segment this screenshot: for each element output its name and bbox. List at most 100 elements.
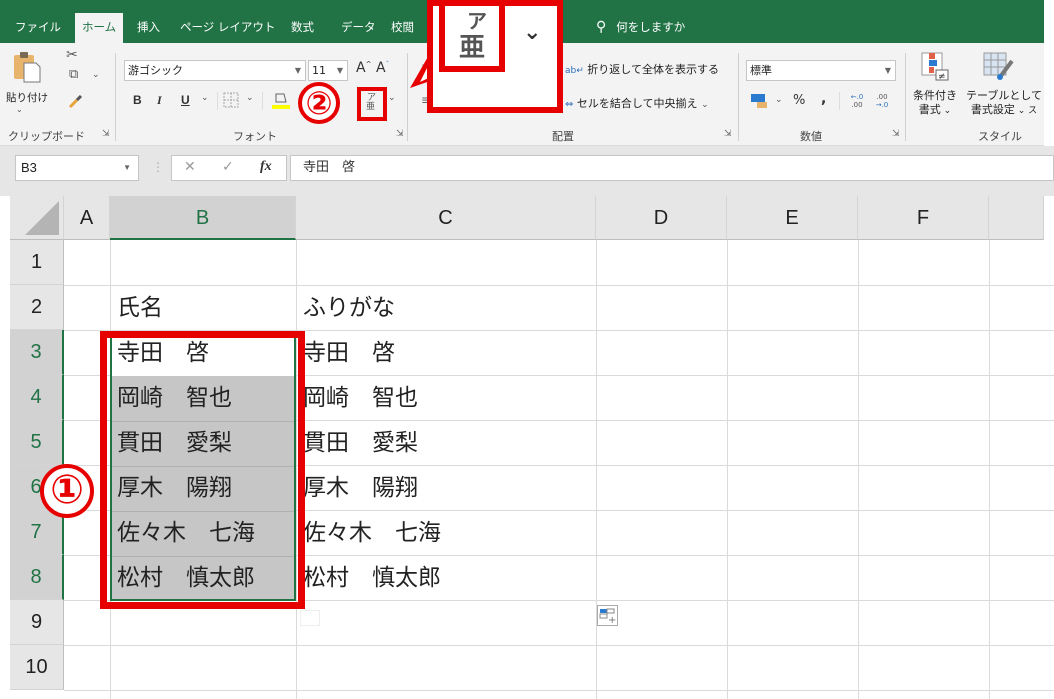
name-box[interactable]: B3 ▼ bbox=[15, 155, 139, 181]
tell-me-search[interactable]: ⚲ 何をしますか bbox=[596, 13, 685, 41]
svg-text:亜: 亜 bbox=[459, 33, 485, 63]
dropdown-arrow-icon: ▼ bbox=[123, 163, 131, 172]
dialog-launcher-icon[interactable]: ⇲ bbox=[892, 129, 900, 139]
font-size-value: 11 bbox=[312, 64, 326, 77]
lightbulb-icon: ⚲ bbox=[596, 19, 607, 35]
shrink-font-button[interactable]: Aˇ bbox=[376, 60, 389, 76]
merge-cells-icon: ⇔ bbox=[565, 99, 574, 110]
wrap-text-icon: ab↵ bbox=[565, 66, 584, 76]
tab-formulas[interactable]: 数式 bbox=[284, 13, 321, 43]
font-size-combo[interactable]: 11 ▼ bbox=[308, 60, 348, 81]
chevron-down-icon[interactable]: ⌄ bbox=[775, 95, 783, 105]
number-group-label: 数値 bbox=[800, 130, 822, 143]
chevron-down-icon: ⌄ bbox=[701, 100, 709, 110]
decrease-decimal-button[interactable]: .00 →.0 bbox=[873, 93, 891, 109]
percent-style-button[interactable]: % bbox=[793, 93, 805, 108]
conditional-format-icon[interactable]: ≠ bbox=[918, 51, 952, 85]
chevron-down-icon[interactable]: ⌄ bbox=[16, 105, 23, 114]
insert-function-icon[interactable]: fx bbox=[260, 159, 272, 175]
row-header-2[interactable]: 2 bbox=[10, 285, 64, 330]
clipboard-group-label: クリップボード bbox=[8, 130, 85, 143]
clipboard-icon bbox=[14, 52, 41, 83]
chevron-down-icon[interactable]: ⌄ bbox=[92, 70, 100, 80]
row-header-4[interactable]: 4 bbox=[10, 375, 64, 420]
tab-page-layout[interactable]: ページ レイアウト bbox=[173, 13, 282, 43]
quick-analysis-icon[interactable]: + bbox=[597, 605, 618, 626]
increase-decimal-button[interactable]: ←.0.00 bbox=[848, 93, 866, 109]
wrap-text-button[interactable]: ab↵ 折り返して全体を表示する bbox=[565, 61, 719, 77]
excel-window: ファイル ホーム 挿入 ページ レイアウト 数式 データ 校閲 ⚲ 何をしますか … bbox=[0, 0, 1054, 699]
merge-center-button[interactable]: ⇔ セルを結合して中央揃え ⌄ bbox=[565, 95, 709, 111]
italic-button[interactable]: I bbox=[157, 93, 162, 108]
tab-file[interactable]: ファイル bbox=[8, 13, 68, 43]
row-header-5[interactable]: 5 bbox=[10, 420, 64, 465]
formula-bar: B3 ▼ ⋮ ✕ ✓ fx 寺田 啓 bbox=[0, 146, 1054, 196]
format-as-table-icon[interactable] bbox=[982, 51, 1016, 85]
bold-button[interactable]: B bbox=[133, 93, 142, 107]
splitter-handle[interactable]: ⋮ bbox=[152, 160, 164, 174]
column-header-f[interactable]: F bbox=[858, 196, 989, 240]
copy-icon[interactable]: ⧉ bbox=[69, 67, 78, 82]
dialog-launcher-icon[interactable]: ⇲ bbox=[102, 129, 110, 139]
number-format-value: 標準 bbox=[750, 64, 772, 77]
tab-review[interactable]: 校閲 bbox=[384, 13, 421, 43]
cell-c6[interactable]: 厚木 陽翔 bbox=[296, 465, 418, 510]
tell-me-label: 何をしますか bbox=[616, 20, 686, 34]
comma-style-button[interactable]: , bbox=[821, 91, 826, 107]
svg-text:+: + bbox=[608, 615, 616, 625]
row-header-9[interactable]: 9 bbox=[10, 600, 64, 645]
font-name-combo[interactable]: 游ゴシック ▼ bbox=[124, 60, 306, 81]
selection-highlight-box bbox=[100, 331, 305, 609]
chevron-down-icon[interactable]: ⌄ bbox=[388, 93, 396, 103]
cell-c5[interactable]: 貫田 愛梨 bbox=[296, 420, 418, 465]
dialog-launcher-icon[interactable]: ⇲ bbox=[724, 129, 732, 139]
enter-icon[interactable]: ✓ bbox=[222, 159, 234, 175]
column-header-a[interactable]: A bbox=[64, 196, 110, 240]
row-header-3[interactable]: 3 bbox=[10, 330, 64, 375]
svg-text:≠: ≠ bbox=[938, 72, 946, 81]
cell-c8[interactable]: 松村 慎太郎 bbox=[296, 555, 441, 600]
tab-home[interactable]: ホーム bbox=[75, 13, 124, 43]
cell-c7[interactable]: 佐々木 七海 bbox=[296, 510, 441, 555]
accounting-format-icon[interactable] bbox=[750, 93, 768, 109]
cell-b2[interactable]: 氏名 bbox=[110, 285, 163, 330]
cell-c4[interactable]: 岡崎 智也 bbox=[296, 375, 418, 420]
row-header-10[interactable]: 10 bbox=[10, 645, 64, 690]
column-header-b[interactable]: B bbox=[110, 196, 296, 240]
row-header-7[interactable]: 7 bbox=[10, 510, 64, 555]
column-header-e[interactable]: E bbox=[727, 196, 858, 240]
chevron-down-icon[interactable]: ⌄ bbox=[201, 93, 209, 103]
dialog-launcher-icon[interactable]: ⇲ bbox=[396, 129, 404, 139]
select-all-button[interactable] bbox=[10, 196, 64, 240]
styles-group-label: スタイル bbox=[978, 130, 1022, 143]
dropdown-arrow-icon: ▼ bbox=[336, 66, 343, 75]
phonetic-button-highlight bbox=[357, 87, 387, 121]
column-header-d[interactable]: D bbox=[596, 196, 727, 240]
formula-input[interactable]: 寺田 啓 bbox=[290, 155, 1054, 181]
row-header-8[interactable]: 8 bbox=[10, 555, 64, 600]
tab-insert[interactable]: 挿入 bbox=[130, 13, 167, 43]
fill-color-icon[interactable] bbox=[272, 90, 290, 110]
grow-font-button[interactable]: A^ bbox=[356, 60, 371, 76]
borders-icon[interactable] bbox=[223, 92, 239, 108]
formula-buttons: ✕ ✓ fx bbox=[171, 155, 287, 181]
dropdown-arrow-icon: ▼ bbox=[884, 66, 891, 75]
column-header-c[interactable]: C bbox=[296, 196, 596, 240]
cell-c3[interactable]: 寺田 啓 bbox=[296, 330, 395, 375]
column-header-g[interactable] bbox=[989, 196, 1044, 240]
dropdown-arrow-icon: ▼ bbox=[294, 66, 301, 75]
format-painter-icon[interactable] bbox=[68, 94, 84, 109]
paste-label: 貼り付け bbox=[6, 92, 48, 104]
number-format-combo[interactable]: 標準 ▼ bbox=[746, 60, 896, 81]
paste-options-icon[interactable] bbox=[300, 610, 320, 626]
cancel-icon[interactable]: ✕ bbox=[184, 159, 196, 175]
cut-icon[interactable]: ✂ bbox=[66, 47, 78, 63]
cell-c2[interactable]: ふりがな bbox=[296, 285, 395, 330]
conditional-formatting-button[interactable]: 条件付き 書式 ⌄ bbox=[913, 89, 957, 118]
underline-button[interactable]: U bbox=[181, 93, 190, 107]
tab-data[interactable]: データ bbox=[334, 13, 383, 43]
font-name-value: 游ゴシック bbox=[128, 64, 183, 77]
row-header-1[interactable]: 1 bbox=[10, 240, 64, 285]
chevron-down-icon[interactable]: ⌄ bbox=[246, 93, 254, 103]
format-as-table-button[interactable]: テーブルとして 書式設定 ⌄ ス bbox=[966, 89, 1042, 118]
